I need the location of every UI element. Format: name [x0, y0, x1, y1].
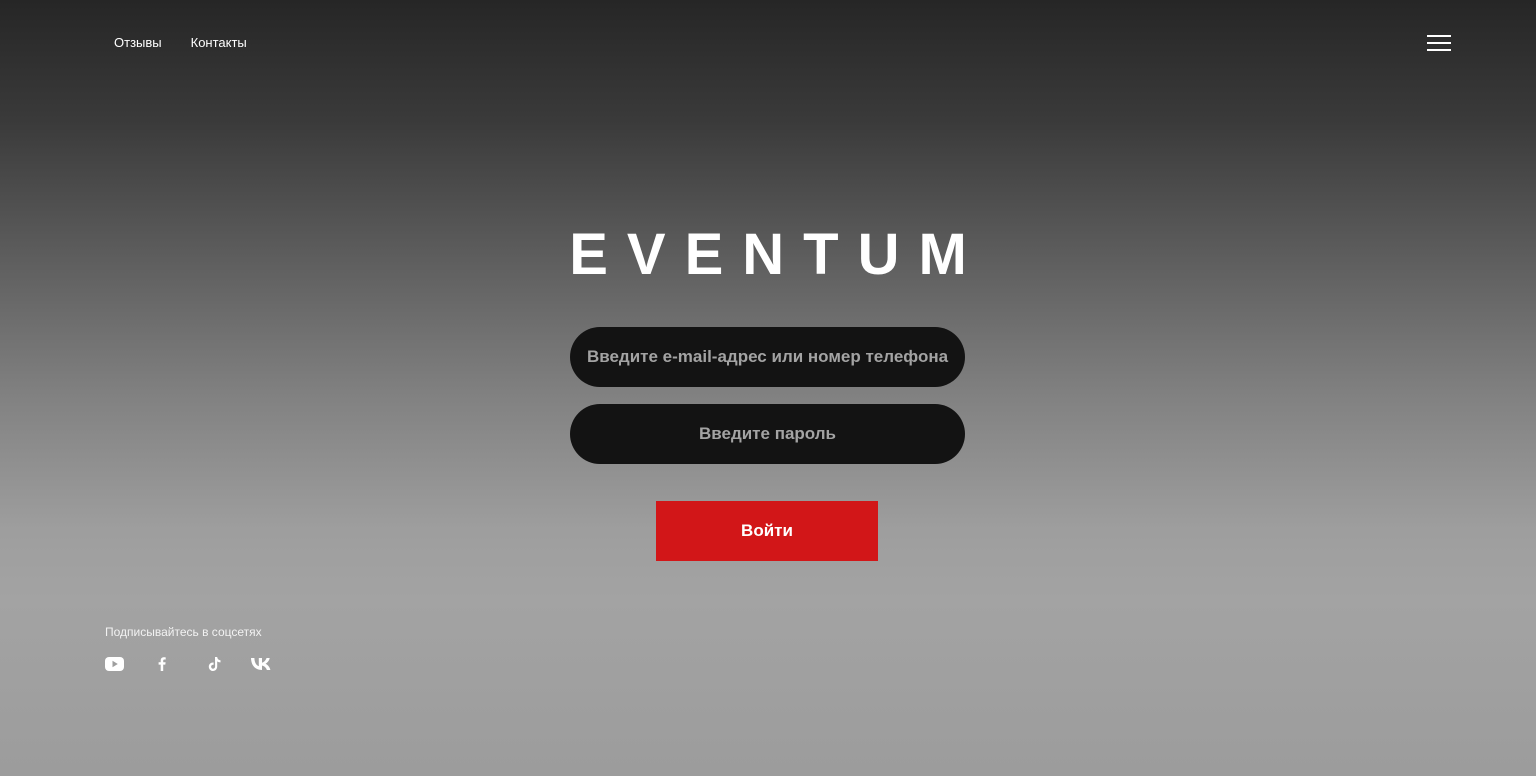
facebook-icon[interactable]	[152, 654, 172, 674]
tiktok-icon[interactable]	[204, 654, 224, 674]
social-links	[104, 654, 271, 674]
youtube-icon[interactable]	[104, 654, 124, 674]
login-button[interactable]: Войти	[656, 501, 878, 561]
nav-link-reviews[interactable]: Отзывы	[114, 33, 162, 53]
menu-line	[1427, 35, 1451, 37]
brand-logo: EVENTUM	[569, 222, 986, 287]
password-input[interactable]	[570, 404, 965, 464]
nav-link-contacts[interactable]: Контакты	[191, 33, 247, 53]
vk-icon[interactable]	[251, 654, 271, 674]
email-or-phone-input[interactable]	[570, 327, 965, 387]
menu-line	[1427, 49, 1451, 51]
hamburger-menu-icon[interactable]	[1425, 33, 1453, 53]
social-title: Подписывайтесь в соцсетях	[105, 625, 262, 639]
top-navigation: Отзывы Контакты	[114, 33, 247, 53]
menu-line	[1427, 42, 1451, 44]
